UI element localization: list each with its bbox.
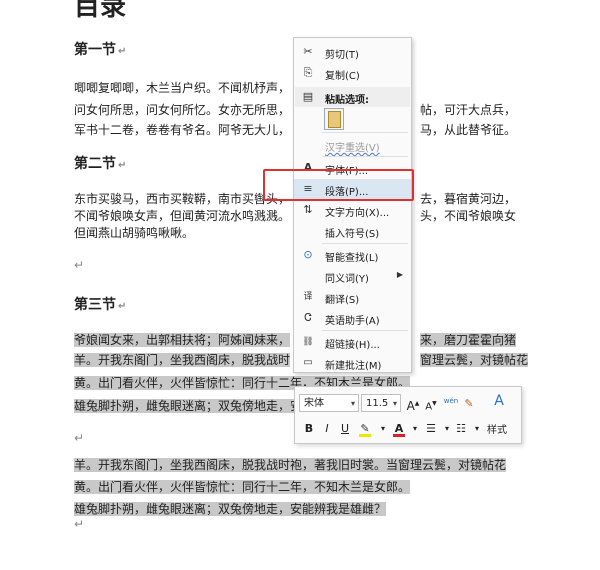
phonetic-guide-button[interactable]: wén: [443, 393, 459, 409]
grow-font-button[interactable]: A▲: [405, 396, 421, 413]
end-paragraph-mark: ↵: [74, 517, 85, 531]
section1-line-2-right[interactable]: 帖，可汗大点兵，: [420, 101, 516, 118]
menu-item-paste-options: ▤ 粘贴选项:: [302, 90, 369, 106]
highlight-color-button[interactable]: ✎: [357, 421, 373, 437]
section3-line-2-right[interactable]: 窗理云鬓，对镜帖花: [420, 353, 529, 367]
section1-line-2[interactable]: 问女何所思，问女何所忆。女亦无所思，: [74, 101, 290, 118]
section-heading-2: 第二节 ↵: [74, 156, 127, 172]
chevron-down-icon[interactable]: ▾: [469, 421, 485, 437]
section-heading-3: 第三节 ↵: [74, 297, 127, 313]
section1-line-3[interactable]: 军书十二卷，卷卷有爷名。阿爷无大儿，: [74, 121, 290, 138]
section2-line-2-right[interactable]: 头，不闻爷娘唤女: [420, 207, 516, 224]
format-painter-button[interactable]: ✎: [461, 396, 477, 412]
font-name-dropdown[interactable]: 宋体 ▾: [299, 394, 359, 412]
empty-paragraph-mark-2: ↵: [74, 431, 85, 445]
paste-keep-text-button[interactable]: [324, 108, 344, 130]
section2-line-1-right[interactable]: 去，暮宿黄河边，: [420, 190, 516, 207]
section3-line-6[interactable]: 羊。开我东阁门，坐我西阁床，脱我战时袍，著我旧时裳。当窗理云鬓，对镜帖花: [74, 458, 507, 472]
section2-line-2[interactable]: 不闻爷娘唤女声，但闻黄河流水鸣溅溅。: [74, 207, 290, 224]
menu-item-translate[interactable]: 译 翻译(S): [294, 287, 411, 308]
chevron-down-icon: ▾: [392, 399, 397, 408]
scissors-icon: ✂: [303, 45, 313, 58]
empty-paragraph-mark: ↵: [74, 258, 85, 272]
menu-item-insert-symbol[interactable]: 插入符号(S): [294, 221, 411, 242]
menu-item-smart-lookup[interactable]: ⊙ 智能查找(L): [294, 245, 411, 266]
menu-item-english-assistant[interactable]: Ꮳ 英语助手(A): [294, 308, 411, 329]
mini-toolbar: 宋体 ▾ 11.5 ▾ A▲ A▼ wén ✎ A B I U ✎ ▾ A ▾ ☰ …: [294, 386, 522, 444]
numbering-button[interactable]: ☷: [453, 421, 469, 437]
section3-line-1[interactable]: 爷娘闻女来，出郭相扶将；阿姊闻妹来，: [74, 333, 291, 347]
section3-line-7[interactable]: 黄。出门看火伴，火伴皆惊忙：同行十二年，不知木兰是女郎。: [74, 480, 411, 494]
menu-item-new-comment[interactable]: ▭ 新建批注(M): [294, 353, 411, 374]
clipboard-icon: [328, 111, 341, 128]
menu-item-reconvert: 汉字重选(V): [325, 143, 380, 154]
context-menu: ✂ 剪切(T) ⎘ 复制(C) ▤ 粘贴选项: 汉字重选(V) A 字体(F).…: [293, 37, 412, 373]
font-size-dropdown[interactable]: 11.5 ▾: [361, 394, 401, 412]
section3-line-2[interactable]: 羊。开我东阁门，坐我西阁床，脱我战时: [74, 353, 291, 367]
menu-separator: [322, 243, 408, 244]
text-direction-icon: ⇅: [303, 203, 313, 216]
copy-icon: ⎘: [303, 66, 313, 79]
shrink-font-button[interactable]: A▼: [423, 396, 439, 412]
underline-button[interactable]: U: [337, 421, 353, 437]
section1-line-3-right[interactable]: 马，从此替爷征。: [420, 121, 516, 138]
menu-separator: [322, 132, 408, 133]
bold-button[interactable]: B: [301, 421, 317, 437]
section3-line-8[interactable]: 雄兔脚扑朔，雌兔眼迷离；双兔傍地走，安能辨我是雄雌？: [74, 502, 387, 516]
bullets-button[interactable]: ☰: [423, 421, 439, 437]
menu-item-synonyms[interactable]: 同义词(Y) ▶: [294, 266, 411, 287]
new-comment-icon: ▭: [303, 357, 313, 368]
section2-line-3[interactable]: 但闻燕山胡骑鸣啾啾。: [74, 224, 194, 241]
styles-button[interactable]: 样式: [487, 421, 507, 436]
font-color-button[interactable]: A: [391, 421, 407, 437]
paste-icon: ▤: [302, 90, 314, 103]
smart-lookup-icon: ⊙: [303, 248, 313, 261]
english-assistant-icon: Ꮳ: [304, 311, 312, 324]
submenu-arrow-icon: ▶: [396, 270, 403, 279]
menu-separator: [322, 156, 408, 157]
styles-icon: A: [494, 393, 504, 409]
chevron-down-icon[interactable]: ▾: [375, 421, 391, 437]
menu-item-cut[interactable]: ✂ 剪切(T): [294, 42, 411, 63]
menu-item-hyperlink[interactable]: ⛓ 超链接(H)...: [294, 332, 411, 353]
menu-item-copy[interactable]: ⎘ 复制(C): [294, 63, 411, 84]
section3-line-4[interactable]: 雄兔脚扑朔，雌兔眼迷离；双兔傍地走，安: [74, 399, 303, 413]
chevron-down-icon: ▾: [350, 399, 355, 408]
section1-line-1[interactable]: 唧唧复唧唧，木兰当户织。不闻机杼声，: [74, 79, 290, 96]
section2-line-1[interactable]: 东市买骏马，西市买鞍鞯，南市买辔头，: [74, 190, 290, 207]
highlight-box: [263, 169, 414, 201]
chevron-down-icon[interactable]: ▾: [407, 421, 423, 437]
hyperlink-icon: ⛓: [302, 337, 314, 347]
italic-button[interactable]: I: [319, 421, 335, 437]
section-heading-1: 第一节 ↵: [74, 42, 127, 58]
section3-line-1-right[interactable]: 来，磨刀霍霍向猪: [420, 333, 517, 347]
menu-separator: [322, 330, 408, 331]
doc-title: 目录: [74, 0, 127, 22]
translate-icon: 译: [303, 292, 313, 302]
menu-item-text-direction[interactable]: ⇅ 文字方向(X)...: [294, 200, 411, 221]
